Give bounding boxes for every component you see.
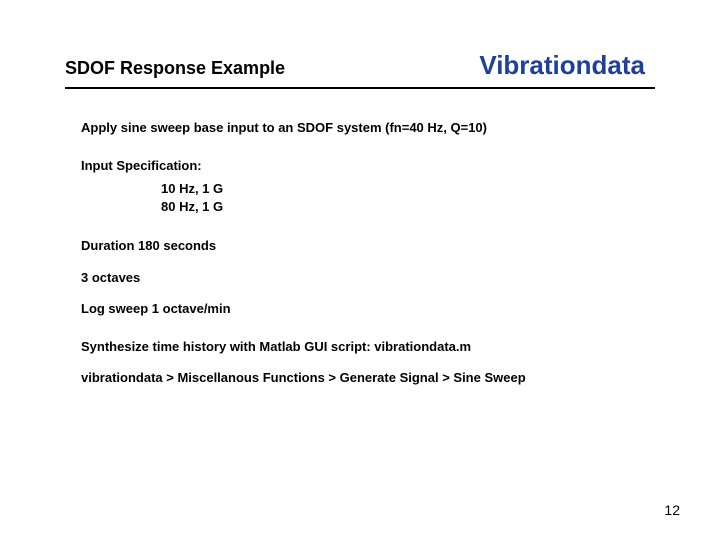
spec-line-1: 10 Hz, 1 G xyxy=(161,180,655,198)
brand-title: Vibrationdata xyxy=(479,50,655,81)
spec-lines: 10 Hz, 1 G 80 Hz, 1 G xyxy=(81,180,655,215)
slide: SDOF Response Example Vibrationdata Appl… xyxy=(0,0,720,540)
octaves-line: 3 octaves xyxy=(81,269,655,287)
nav-path: vibrationdata > Miscellanous Functions >… xyxy=(81,369,655,387)
spec-label: Input Specification: xyxy=(81,157,655,175)
spec-line-2: 80 Hz, 1 G xyxy=(161,198,655,216)
header-row: SDOF Response Example Vibrationdata xyxy=(65,50,655,89)
page-number: 12 xyxy=(664,502,680,518)
slide-title: SDOF Response Example xyxy=(65,58,285,79)
slide-body: Apply sine sweep base input to an SDOF s… xyxy=(65,119,655,387)
sweep-line: Log sweep 1 octave/min xyxy=(81,300,655,318)
intro-line: Apply sine sweep base input to an SDOF s… xyxy=(81,119,655,137)
duration-line: Duration 180 seconds xyxy=(81,237,655,255)
synth-line: Synthesize time history with Matlab GUI … xyxy=(81,338,655,356)
